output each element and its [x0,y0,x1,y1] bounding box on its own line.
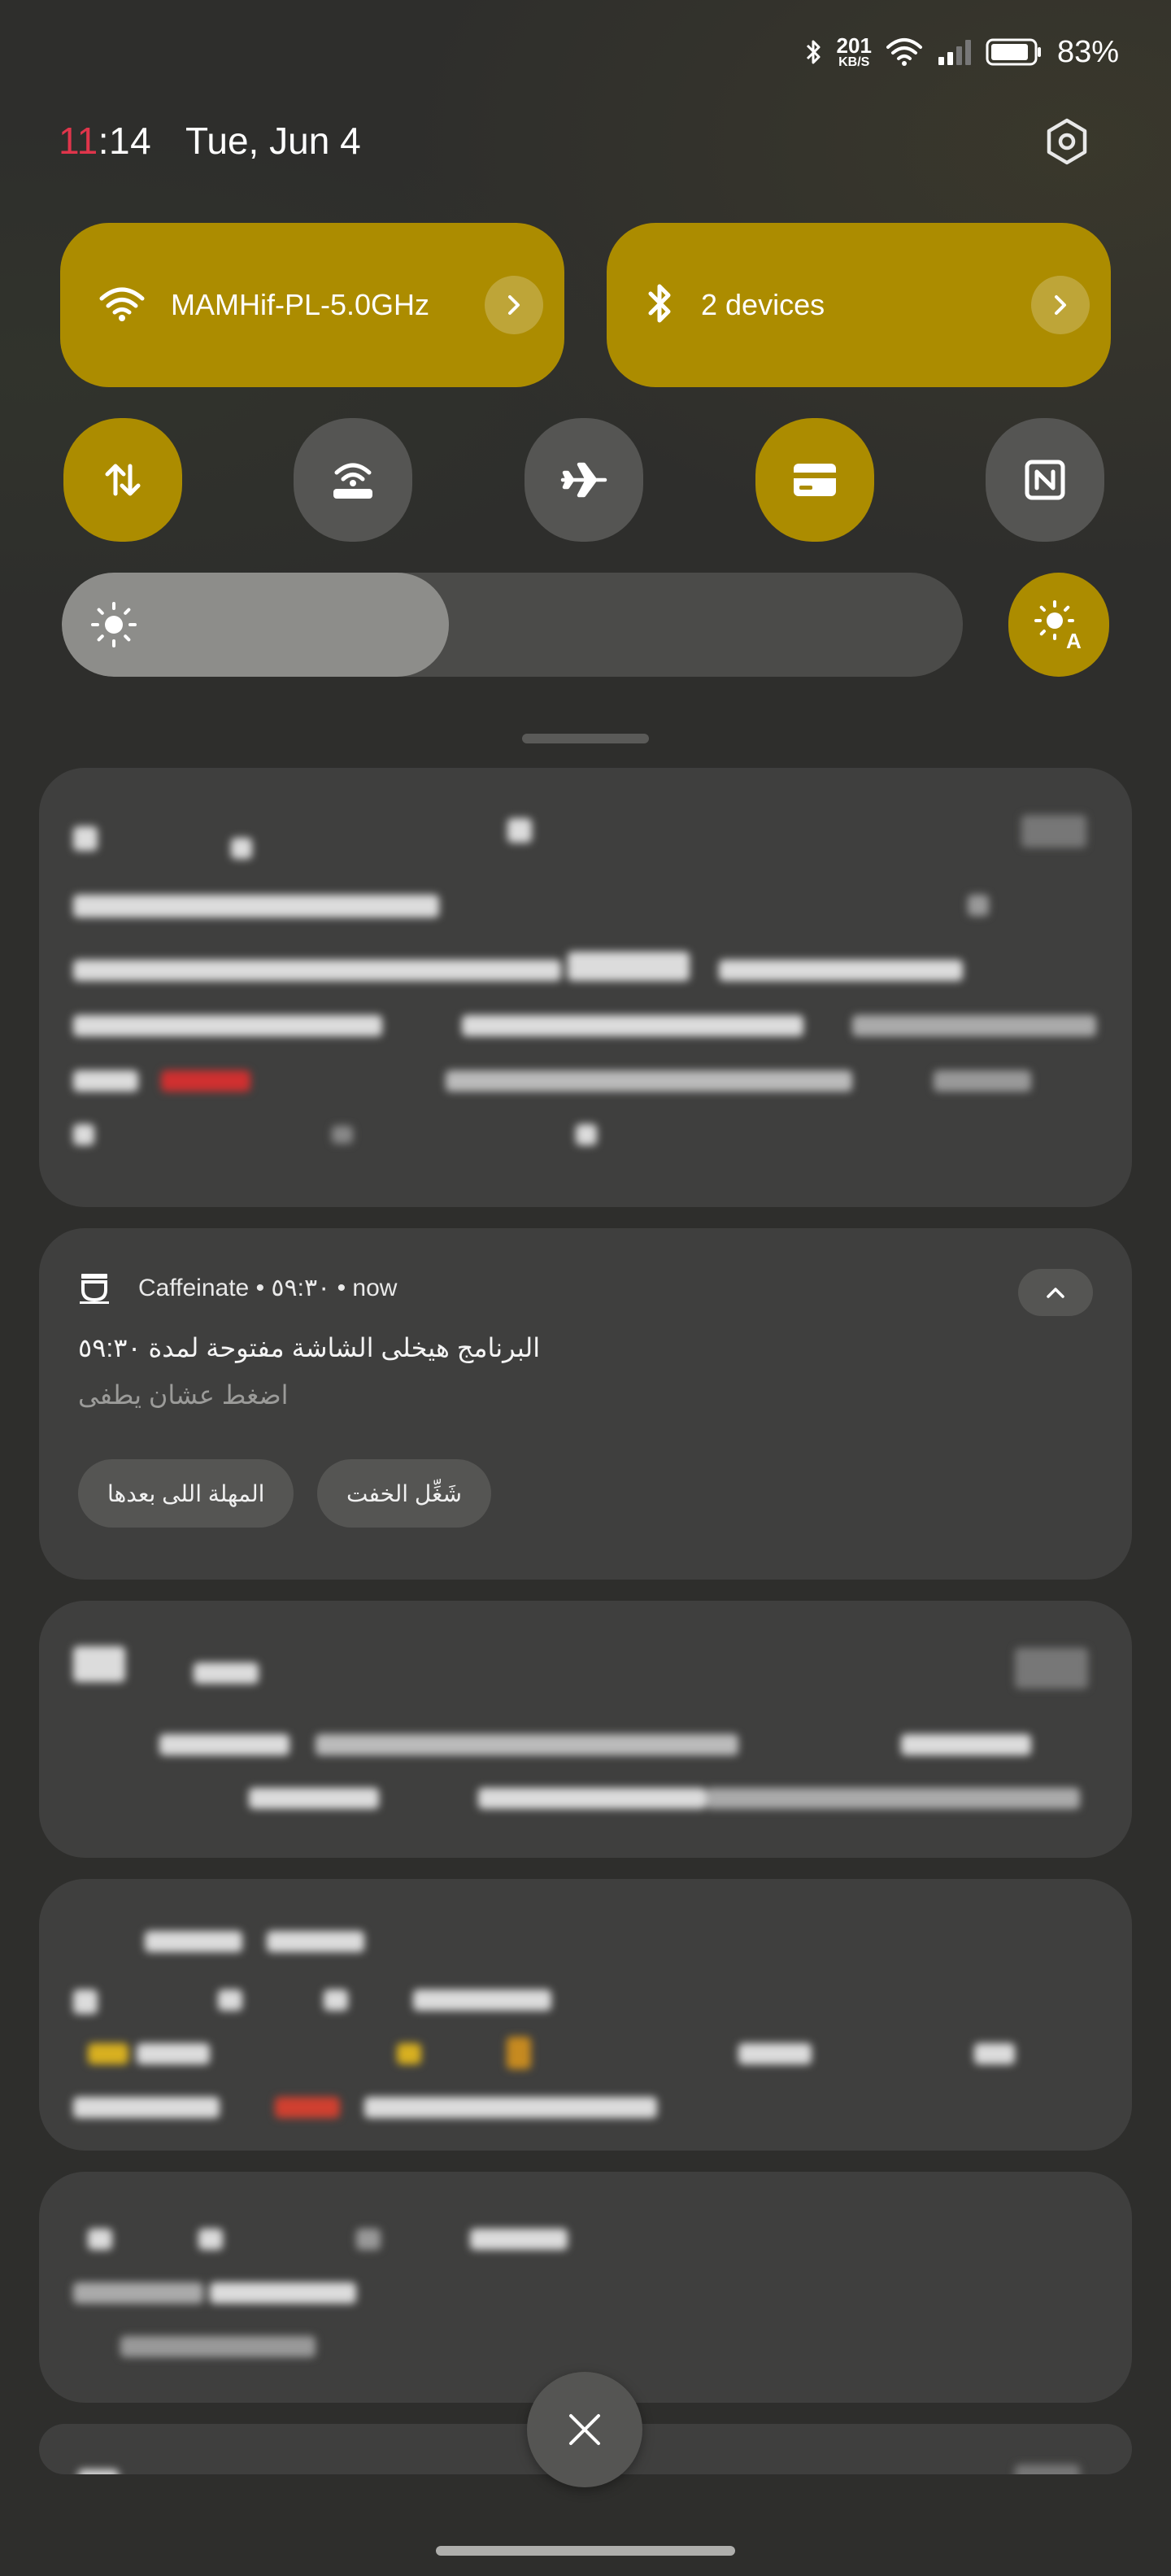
network-speed-value: 201 [836,33,872,58]
chevron-right-icon [508,295,520,315]
notification-subtitle: اضغط عشان يطفى [78,1380,289,1410]
auto-brightness-toggle[interactable]: A [1008,573,1109,677]
clock-hour: 11 [59,120,98,162]
chevron-right-icon [1055,295,1066,315]
enable-dim-button[interactable]: شَغِّل الخفت [317,1459,491,1528]
nfc-icon [1025,460,1065,500]
notification-time: now [352,1275,398,1301]
settings-button[interactable] [1034,109,1099,174]
wallet-toggle[interactable] [755,418,874,542]
airplane-mode-toggle[interactable] [525,418,643,542]
battery-icon [986,37,1043,67]
clock[interactable]: 11:14 [59,119,151,163]
app-name: Caffeinate [138,1275,250,1301]
battery-percent: 83% [1056,34,1119,69]
blurred-content [39,768,1132,1207]
notification-header: Caffeinate • ٥٩:٣٠ • now [138,1274,397,1302]
nfc-toggle[interactable] [986,418,1104,542]
network-speed-unit: KB/S [838,55,870,69]
hotspot-toggle[interactable] [294,418,412,542]
brightness-sun-icon [89,600,138,653]
settings-hexagon-icon [1047,118,1087,165]
blurred-content [39,1601,1132,1858]
bluetooth-icon [644,281,677,329]
panel-drag-handle[interactable] [522,734,649,743]
mobile-data-toggle[interactable] [63,418,182,542]
collapse-button[interactable] [1018,1269,1093,1316]
bluetooth-tile[interactable]: 2 devices [607,223,1111,387]
background-glow [0,0,1171,813]
header-separator: • [337,1275,346,1301]
clock-minutes: :14 [98,120,152,162]
airplane-icon [560,462,607,498]
wifi-icon [98,284,146,327]
notification-card-blurred-4[interactable] [39,2172,1132,2403]
close-icon [569,2414,600,2445]
wifi-tile[interactable]: MAMHif-PL-5.0GHz [60,223,564,387]
date[interactable]: Tue, Jun 4 [185,119,361,163]
next-timeout-button[interactable]: المهلة اللى بعدها [78,1459,294,1528]
data-transfer-icon [105,464,141,496]
notification-card-caffeinate[interactable]: Caffeinate • ٥٩:٣٠ • now البرنامج هيخلى … [39,1228,1132,1580]
bluetooth-status: 2 devices [701,288,825,321]
gesture-navigation-bar[interactable] [436,2546,735,2556]
bluetooth-icon [803,37,825,67]
svg-text:A: A [1066,629,1082,652]
signal-icon [937,37,974,67]
blurred-content [39,1879,1132,2151]
notification-card-blurred-2[interactable] [39,1601,1132,1858]
bluetooth-details-button[interactable] [1031,276,1090,334]
timer-value: ٥٩:٣٠ [271,1275,331,1301]
header-separator: • [255,1275,265,1301]
chevron-up-icon [1047,1288,1064,1298]
notification-title: البرنامج هيخلى الشاشة مفتوحة لمدة ٥٩:٣٠ [78,1333,541,1362]
coffee-cup-icon [78,1272,111,1309]
notification-card-blurred-1[interactable] [39,768,1132,1207]
brightness-slider[interactable] [62,573,963,677]
auto-brightness-icon: A [1034,600,1082,652]
card-icon [794,464,836,496]
hotspot-icon [333,463,372,499]
wifi-icon [883,36,925,68]
notification-card-blurred-3[interactable] [39,1879,1132,2151]
wifi-details-button[interactable] [485,276,543,334]
blurred-content [39,2172,1132,2403]
network-speed: 201 KB/S [837,35,872,69]
clear-all-button[interactable] [527,2372,642,2487]
status-bar: 201 KB/S 83% [803,29,1119,75]
wifi-network-name: MAMHif-PL-5.0GHz [171,288,430,321]
